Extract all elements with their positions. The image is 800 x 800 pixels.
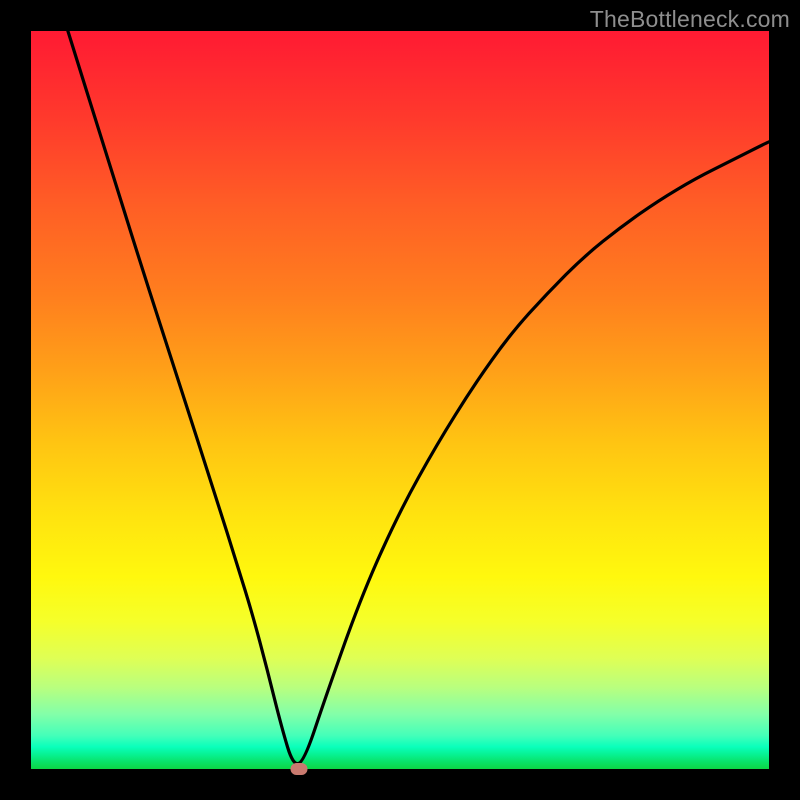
optimal-point-marker — [290, 763, 307, 775]
watermark-text: TheBottleneck.com — [590, 6, 790, 33]
plot-area — [31, 31, 769, 769]
chart-frame: TheBottleneck.com — [0, 0, 800, 800]
curve-path — [68, 31, 769, 764]
bottleneck-curve — [31, 31, 769, 769]
